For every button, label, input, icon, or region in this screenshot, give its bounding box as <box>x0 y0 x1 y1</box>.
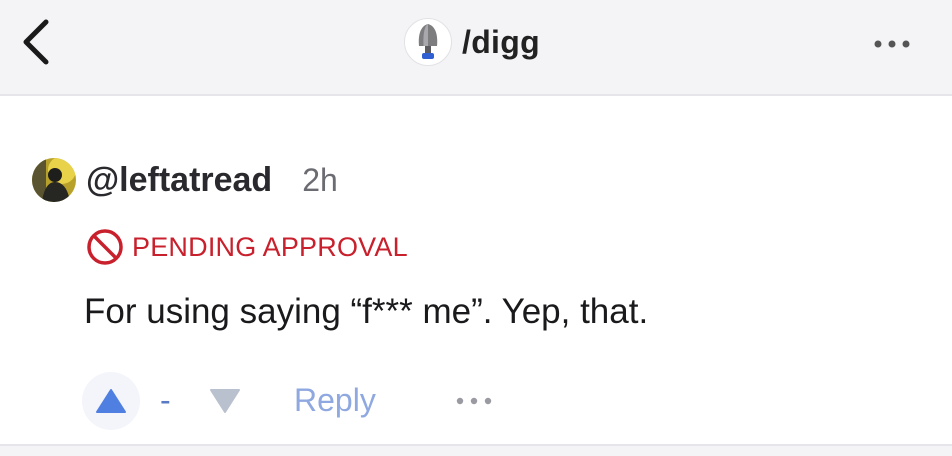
downvote-icon <box>210 389 240 413</box>
community-link[interactable]: /digg <box>404 16 540 68</box>
status-label: PENDING APPROVAL <box>132 231 408 262</box>
comment-text: For using saying “f*** me”. Yep, that. <box>84 292 649 331</box>
avatar[interactable] <box>32 158 76 202</box>
user-avatar-image <box>32 158 76 202</box>
more-horizontal-icon <box>874 40 910 48</box>
comment-actions: - Reply <box>82 370 642 436</box>
vote-score: - <box>160 382 171 418</box>
comment-more-button[interactable] <box>454 394 494 408</box>
more-options-button[interactable] <box>872 36 912 52</box>
comment-header: @leftatread 2h <box>32 156 338 204</box>
downvote-button[interactable] <box>208 386 242 416</box>
community-avatar <box>404 18 452 66</box>
community-name: /digg <box>462 23 540 60</box>
status-badge: PENDING APPROVAL <box>86 226 408 268</box>
top-bar: /digg <box>0 0 952 96</box>
timestamp: 2h <box>302 161 338 198</box>
divider <box>0 444 952 456</box>
back-button[interactable] <box>14 14 60 70</box>
upvote-button[interactable] <box>82 372 140 430</box>
shovel-icon <box>418 24 438 59</box>
chevron-left-icon <box>23 19 49 65</box>
more-horizontal-icon <box>456 397 492 405</box>
username[interactable]: @leftatread <box>86 161 272 200</box>
upvote-icon <box>96 389 126 413</box>
prohibited-icon <box>87 229 123 265</box>
reply-button[interactable]: Reply <box>294 382 376 419</box>
